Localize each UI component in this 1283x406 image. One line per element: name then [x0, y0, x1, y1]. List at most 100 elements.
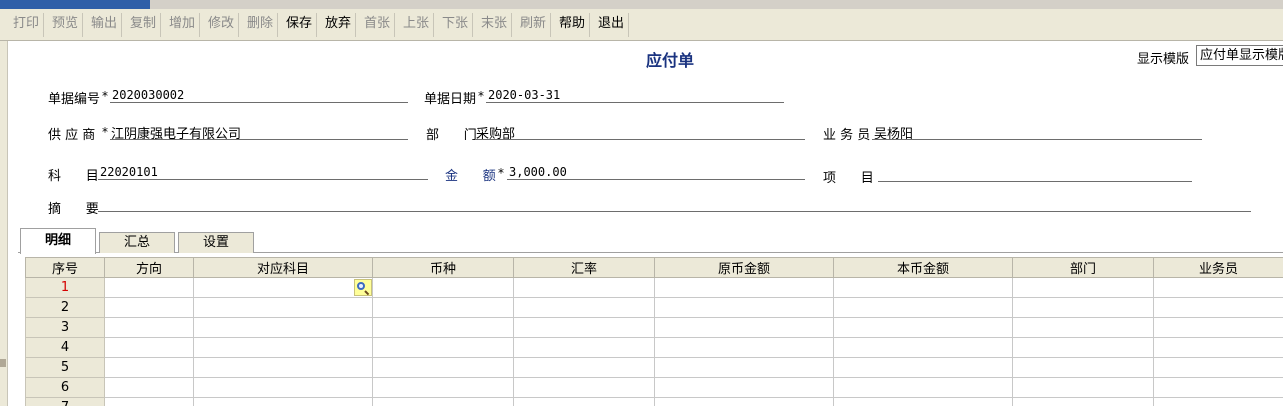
cell-direction[interactable]: [104, 317, 194, 338]
preview-button[interactable]: 预览: [48, 13, 84, 37]
cell-local-amount[interactable]: [833, 357, 1013, 378]
last-record-button[interactable]: 末张: [477, 13, 513, 37]
col-header-currency[interactable]: 币种: [372, 257, 514, 278]
cell-currency[interactable]: [372, 337, 514, 358]
doc-no-field[interactable]: 2020030002: [112, 88, 184, 102]
cell-salesperson[interactable]: [1153, 317, 1283, 338]
cell-account[interactable]: [193, 317, 373, 338]
col-header-direction[interactable]: 方向: [104, 257, 194, 278]
col-header-dept[interactable]: 部门: [1012, 257, 1154, 278]
export-button[interactable]: 输出: [87, 13, 123, 37]
cell-local-amount[interactable]: [833, 377, 1013, 398]
cell-direction[interactable]: [104, 337, 194, 358]
cell-local-amount[interactable]: [833, 317, 1013, 338]
cell-currency[interactable]: [372, 317, 514, 338]
cell-account[interactable]: [193, 297, 373, 318]
cell-salesperson[interactable]: [1153, 297, 1283, 318]
cell-orig-amount[interactable]: [654, 357, 834, 378]
cell-dept[interactable]: [1012, 317, 1154, 338]
cell-orig-amount[interactable]: [654, 277, 834, 298]
doc-date-field[interactable]: 2020-03-31: [488, 88, 560, 102]
cell-rate[interactable]: [513, 337, 655, 358]
cell-dept[interactable]: [1012, 277, 1154, 298]
cell-currency[interactable]: [372, 357, 514, 378]
cell-account[interactable]: [193, 377, 373, 398]
tab-detail[interactable]: 明细: [20, 228, 96, 254]
refresh-button[interactable]: 刷新: [516, 13, 552, 37]
window-top-strip: [0, 0, 1283, 9]
cell-local-amount[interactable]: [833, 297, 1013, 318]
cell-salesperson[interactable]: [1153, 337, 1283, 358]
tab-summary[interactable]: 汇总: [99, 232, 175, 253]
cell-local-amount[interactable]: [833, 397, 1013, 406]
table-row[interactable]: 3: [25, 317, 1283, 338]
tab-settings[interactable]: 设置: [178, 232, 254, 253]
cell-salesperson[interactable]: [1153, 377, 1283, 398]
cell-salesperson[interactable]: [1153, 357, 1283, 378]
table-row[interactable]: 6: [25, 377, 1283, 398]
delete-button[interactable]: 删除: [243, 13, 279, 37]
cell-dept[interactable]: [1012, 357, 1154, 378]
add-button[interactable]: 增加: [165, 13, 201, 37]
cell-orig-amount[interactable]: [654, 317, 834, 338]
cell-rate[interactable]: [513, 277, 655, 298]
cell-dept[interactable]: [1012, 297, 1154, 318]
exit-button[interactable]: 退出: [594, 13, 630, 37]
magnifier-icon[interactable]: [354, 279, 372, 296]
splitter-handle[interactable]: [0, 359, 6, 367]
cell-currency[interactable]: [372, 377, 514, 398]
cell-direction[interactable]: [104, 277, 194, 298]
col-header-local-amount[interactable]: 本币金额: [833, 257, 1013, 278]
cell-direction[interactable]: [104, 357, 194, 378]
cell-rate[interactable]: [513, 357, 655, 378]
cell-currency[interactable]: [372, 297, 514, 318]
cell-orig-amount[interactable]: [654, 297, 834, 318]
page-title: 应付单: [645, 51, 694, 70]
edit-button[interactable]: 修改: [204, 13, 240, 37]
col-header-account[interactable]: 对应科目: [193, 257, 373, 278]
cell-salesperson[interactable]: [1153, 277, 1283, 298]
print-button[interactable]: 打印: [9, 13, 45, 37]
cell-account[interactable]: [193, 397, 373, 406]
col-header-orig-amount[interactable]: 原币金额: [654, 257, 834, 278]
copy-button[interactable]: 复制: [126, 13, 162, 37]
col-header-rate[interactable]: 汇率: [513, 257, 655, 278]
col-header-seq[interactable]: 序号: [25, 257, 105, 278]
cell-rate[interactable]: [513, 397, 655, 406]
table-row[interactable]: 2: [25, 297, 1283, 318]
cell-local-amount[interactable]: [833, 337, 1013, 358]
cell-direction[interactable]: [104, 377, 194, 398]
table-row[interactable]: 7: [25, 397, 1283, 406]
cell-dept[interactable]: [1012, 397, 1154, 406]
subject-field[interactable]: 22020101: [100, 165, 158, 179]
cell-salesperson[interactable]: [1153, 397, 1283, 406]
cell-orig-amount[interactable]: [654, 397, 834, 406]
cell-currency[interactable]: [372, 397, 514, 406]
table-row[interactable]: 1: [25, 277, 1283, 298]
cell-direction[interactable]: [104, 297, 194, 318]
cell-direction[interactable]: [104, 397, 194, 406]
prev-record-button[interactable]: 上张: [399, 13, 435, 37]
cell-rate[interactable]: [513, 297, 655, 318]
save-button[interactable]: 保存: [282, 13, 318, 37]
cell-orig-amount[interactable]: [654, 377, 834, 398]
cell-currency[interactable]: [372, 277, 514, 298]
table-row[interactable]: 5: [25, 357, 1283, 378]
first-record-button[interactable]: 首张: [360, 13, 396, 37]
cell-account[interactable]: [193, 337, 373, 358]
next-record-button[interactable]: 下张: [438, 13, 474, 37]
template-select[interactable]: 应付单显示模版: [1196, 45, 1283, 66]
abandon-button[interactable]: 放弃: [321, 13, 357, 37]
cell-account[interactable]: [193, 357, 373, 378]
cell-local-amount[interactable]: [833, 277, 1013, 298]
cell-rate[interactable]: [513, 317, 655, 338]
cell-dept[interactable]: [1012, 337, 1154, 358]
table-row[interactable]: 4: [25, 337, 1283, 358]
col-header-salesperson[interactable]: 业务员: [1153, 257, 1283, 278]
cell-account[interactable]: [193, 277, 373, 298]
help-button[interactable]: 帮助: [555, 13, 591, 37]
cell-rate[interactable]: [513, 377, 655, 398]
cell-orig-amount[interactable]: [654, 337, 834, 358]
amount-field[interactable]: 3,000.00: [509, 165, 567, 179]
cell-dept[interactable]: [1012, 377, 1154, 398]
